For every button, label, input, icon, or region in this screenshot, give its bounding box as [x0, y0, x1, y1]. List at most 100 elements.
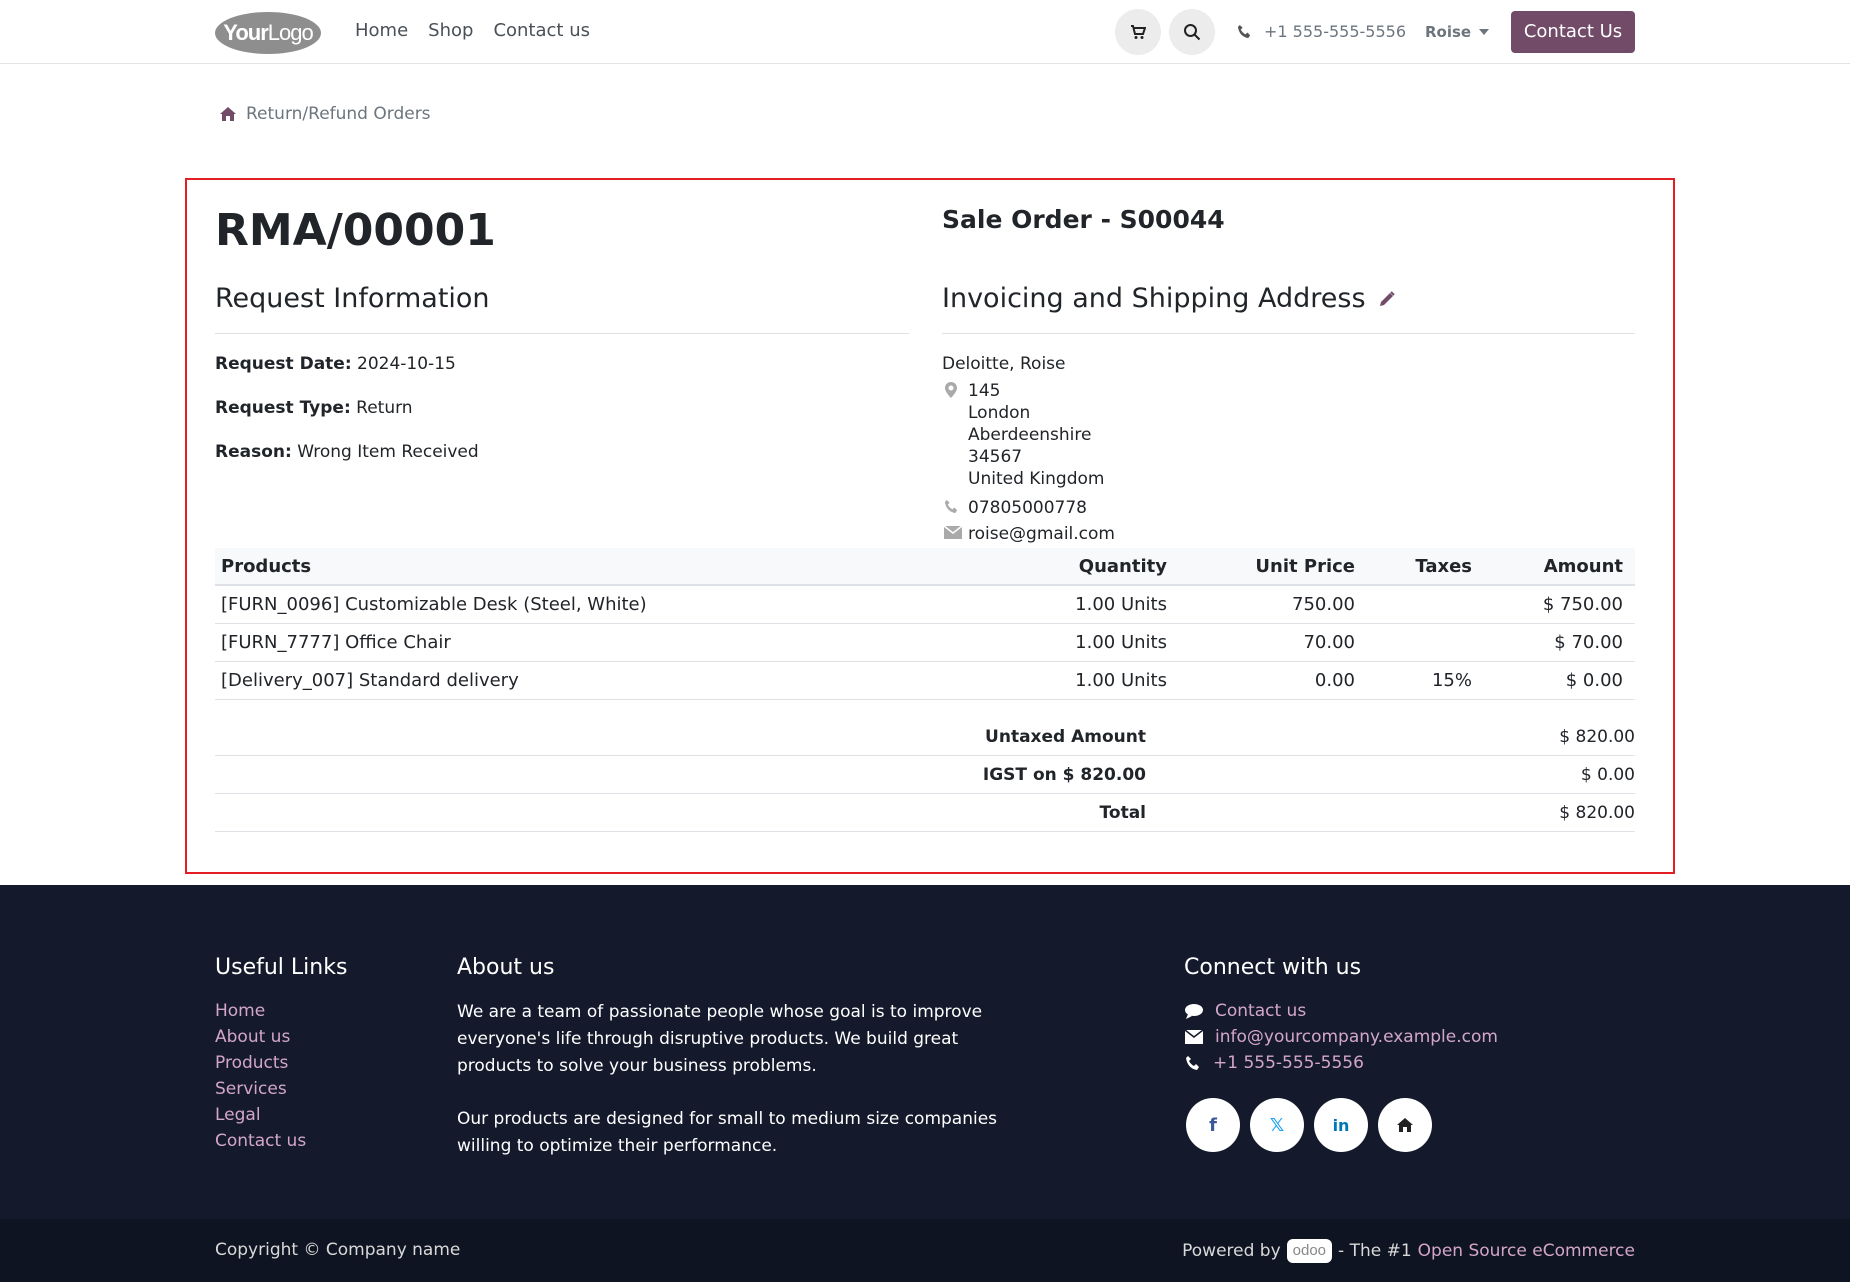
- odoo-logo[interactable]: odoo: [1286, 1239, 1333, 1263]
- powered-by: Powered by odoo - The #1 Open Source eCo…: [1182, 1239, 1635, 1263]
- untaxed-value: $ 820.00: [1559, 726, 1635, 747]
- table-row: [FURN_7777] Office Chair 1.00 Units 70.0…: [215, 624, 1635, 662]
- home-icon[interactable]: [220, 107, 236, 121]
- breadcrumb-item[interactable]: Return/Refund Orders: [246, 104, 431, 124]
- company-logo[interactable]: YourLogo: [215, 12, 321, 54]
- reason-value: Wrong Item Received: [297, 442, 479, 462]
- header-phone-text: +1 555-555-5556: [1264, 22, 1407, 41]
- address-state: Aberdeenshire: [968, 425, 1092, 445]
- request-type: Request Type: Return: [215, 398, 413, 418]
- useful-links: Home About us Products Services Legal Co…: [215, 1001, 306, 1151]
- cell-unit-price: 750.00: [1292, 594, 1355, 615]
- chevron-down-icon: [1479, 29, 1490, 35]
- phone-icon: [944, 499, 958, 514]
- connect-phone[interactable]: +1 555-555-5556: [1185, 1053, 1498, 1073]
- open-source-ecommerce-link[interactable]: Open Source eCommerce: [1418, 1241, 1635, 1261]
- order-lines-table: Products Quantity Unit Price Taxes Amoun…: [215, 548, 1635, 700]
- cell-amount: $ 0.00: [1565, 670, 1623, 691]
- address-city: London: [968, 403, 1031, 423]
- col-unit-price: Unit Price: [1255, 555, 1355, 577]
- copyright-text: Copyright © Company name: [215, 1240, 461, 1260]
- about-title: About us: [457, 955, 555, 980]
- footer-link-home[interactable]: Home: [215, 1001, 306, 1021]
- sale-order-title: Sale Order - S00044: [942, 205, 1225, 234]
- col-quantity: Quantity: [1078, 555, 1167, 577]
- facebook-icon: f: [1209, 1114, 1217, 1136]
- cell-product: [Delivery_007] Standard delivery: [221, 670, 519, 691]
- the1-text: - The #1: [1338, 1241, 1412, 1261]
- footer-link-services[interactable]: Services: [215, 1079, 306, 1099]
- nav-shop[interactable]: Shop: [428, 20, 473, 41]
- phone-icon: [1186, 1056, 1199, 1070]
- tax-row: IGST on $ 820.00 $ 0.00: [215, 756, 1635, 794]
- footer-link-legal[interactable]: Legal: [215, 1105, 306, 1125]
- totals: Untaxed Amount $ 820.00 IGST on $ 820.00…: [215, 718, 1635, 832]
- header-phone[interactable]: +1 555-555-5556: [1237, 22, 1406, 41]
- cell-quantity: 1.00 Units: [1075, 632, 1167, 653]
- untaxed-label: Untaxed Amount: [985, 726, 1146, 747]
- connect-contact-text: Contact us: [1215, 1001, 1307, 1021]
- home-social-button[interactable]: [1378, 1098, 1432, 1152]
- header: YourLogo Home Shop Contact us +1 555-555…: [0, 0, 1850, 64]
- request-info-title: Request Information: [215, 283, 490, 314]
- address-street: 145: [968, 381, 1001, 401]
- nav-contact-us[interactable]: Contact us: [493, 20, 590, 41]
- divider: [942, 333, 1635, 334]
- about-text: We are a team of passionate people whose…: [457, 999, 1037, 1160]
- footer-link-contact[interactable]: Contact us: [215, 1131, 306, 1151]
- cell-product: [FURN_0096] Customizable Desk (Steel, Wh…: [221, 594, 647, 615]
- about-paragraph: We are a team of passionate people whose…: [457, 1002, 983, 1076]
- contact-us-button[interactable]: Contact Us: [1511, 11, 1635, 53]
- cart-button[interactable]: [1115, 9, 1161, 55]
- copyright-bar: Copyright © Company name Powered by odoo…: [0, 1219, 1850, 1282]
- search-button[interactable]: [1169, 9, 1215, 55]
- col-products: Products: [221, 555, 312, 577]
- total-row: Total $ 820.00: [215, 794, 1635, 832]
- cell-quantity: 1.00 Units: [1075, 670, 1167, 691]
- request-type-value: Return: [356, 398, 413, 418]
- envelope-icon: [1185, 1030, 1203, 1044]
- map-marker-icon: [945, 382, 957, 398]
- tax-label: IGST on $ 820.00: [982, 764, 1146, 785]
- nav-home[interactable]: Home: [355, 20, 408, 41]
- search-icon: [1184, 24, 1201, 41]
- connect-email[interactable]: info@yourcompany.example.com: [1185, 1027, 1498, 1047]
- address-phone: 07805000778: [968, 498, 1087, 518]
- linkedin-icon: in: [1332, 1115, 1350, 1135]
- connect-list: Contact us info@yourcompany.example.com …: [1185, 1001, 1498, 1073]
- pencil-icon[interactable]: [1378, 290, 1396, 308]
- phone-icon: [1237, 24, 1251, 39]
- footer-link-products[interactable]: Products: [215, 1053, 306, 1073]
- address-zip: 34567: [968, 447, 1023, 467]
- table-row: [Delivery_007] Standard delivery 1.00 Un…: [215, 662, 1635, 700]
- address-name: Deloitte, Roise: [942, 354, 1066, 374]
- breadcrumb: Return/Refund Orders: [220, 104, 431, 124]
- connect-phone-text: +1 555-555-5556: [1213, 1053, 1364, 1073]
- col-amount: Amount: [1543, 555, 1623, 577]
- address-email: roise@gmail.com: [968, 524, 1115, 544]
- untaxed-row: Untaxed Amount $ 820.00: [215, 718, 1635, 756]
- cell-unit-price: 0.00: [1314, 670, 1355, 691]
- linkedin-button[interactable]: in: [1314, 1098, 1368, 1152]
- col-taxes: Taxes: [1415, 555, 1472, 577]
- connect-contact[interactable]: Contact us: [1185, 1001, 1498, 1021]
- user-menu[interactable]: Roise: [1425, 23, 1490, 41]
- about-paragraph: Our products are designed for small to m…: [457, 1109, 998, 1156]
- powered-by-text: Powered by: [1182, 1241, 1281, 1261]
- table-header: Products Quantity Unit Price Taxes Amoun…: [215, 548, 1635, 586]
- envelope-icon: [944, 526, 962, 539]
- user-name: Roise: [1425, 23, 1472, 41]
- request-date: Request Date: 2024-10-15: [215, 354, 456, 374]
- cell-amount: $ 70.00: [1554, 632, 1623, 653]
- divider: [215, 333, 909, 334]
- facebook-button[interactable]: f: [1186, 1098, 1240, 1152]
- request-date-value: 2024-10-15: [357, 354, 456, 374]
- x-button[interactable]: 𝕏: [1250, 1098, 1304, 1152]
- footer-link-about[interactable]: About us: [215, 1027, 306, 1047]
- useful-links-title: Useful Links: [215, 955, 348, 980]
- tax-value: $ 0.00: [1580, 764, 1635, 785]
- address-section-title: Invoicing and Shipping Address: [942, 283, 1396, 314]
- total-value: $ 820.00: [1559, 802, 1635, 823]
- address-country: United Kingdom: [968, 469, 1105, 489]
- comment-icon: [1185, 1004, 1203, 1019]
